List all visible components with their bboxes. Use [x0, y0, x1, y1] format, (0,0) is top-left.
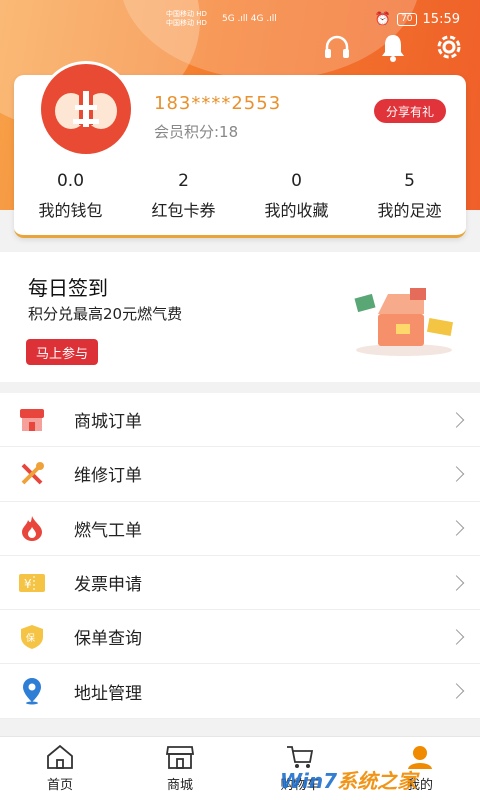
user-phone: 183****2553 — [154, 93, 282, 114]
share-button[interactable]: 分享有礼 — [373, 99, 446, 123]
tab-home[interactable]: 首页 — [0, 737, 120, 800]
home-icon — [47, 744, 73, 769]
stats-row: 0.0 我的钱包 2 红包卡券 0 我的收藏 5 我的足迹 — [14, 171, 466, 221]
stat-coupons[interactable]: 2 红包卡券 — [127, 171, 240, 221]
stat-favorites[interactable]: 0 我的收藏 — [240, 171, 353, 221]
chevron-right-icon — [448, 629, 465, 645]
member-points: 会员积分:18 — [154, 123, 239, 141]
signin-title: 每日签到 — [28, 276, 108, 300]
alarm-icon: ⏰ — [374, 12, 392, 27]
status-time: 15:59 — [422, 12, 460, 27]
stat-wallet[interactable]: 0.0 我的钱包 — [14, 171, 127, 221]
join-button[interactable]: 马上参与 — [26, 339, 99, 365]
carrier-info: 中国移动 HD 中国移动 HD — [166, 10, 207, 27]
signal-indicator: 5G .ıll 4G .ıll — [222, 14, 277, 24]
bell-icon[interactable] — [376, 30, 410, 64]
signin-desc: 积分兑最高20元燃气费 — [28, 305, 183, 323]
chevron-right-icon — [448, 574, 465, 591]
header-actions — [320, 30, 466, 64]
chevron-right-icon — [448, 683, 465, 699]
store-icon — [165, 746, 195, 769]
gear-icon[interactable] — [432, 30, 466, 64]
status-right: ⏰ 70 15:59 — [375, 12, 460, 27]
chevron-right-icon — [448, 520, 465, 537]
tab-mall[interactable]: 商城 — [120, 737, 240, 800]
menu-item-policy[interactable]: 保 保单查询 — [0, 610, 480, 665]
profile-card: 183****2553 会员积分:18 分享有礼 0.0 我的钱包 2 红包卡券… — [14, 61, 466, 238]
shield-icon: 保 — [18, 623, 46, 651]
menu-item-repair-orders[interactable]: 维修订单 — [0, 447, 480, 502]
menu-list: 商城订单 维修订单 燃气工单 ¥ 发票申请 保 保单查询 地址管理 — [0, 393, 480, 719]
invoice-icon: ¥ — [18, 569, 46, 597]
gift-box-icon — [348, 284, 460, 360]
chevron-right-icon — [448, 466, 465, 482]
chevron-right-icon — [448, 411, 465, 428]
menu-item-gas-orders[interactable]: 燃气工单 — [0, 502, 480, 556]
menu-item-invoice[interactable]: ¥ 发票申请 — [0, 556, 480, 611]
watermark-logo: Win7系统之家 — [280, 769, 418, 793]
flame-icon — [18, 514, 46, 542]
tools-icon — [18, 460, 46, 488]
stat-footprints[interactable]: 5 我的足迹 — [353, 171, 466, 221]
avatar[interactable] — [38, 61, 134, 157]
svg-text:保: 保 — [26, 632, 35, 644]
store-icon — [18, 406, 46, 434]
svg-text:¥: ¥ — [24, 577, 32, 591]
menu-item-address[interactable]: 地址管理 — [0, 664, 480, 719]
headset-icon[interactable] — [320, 30, 354, 64]
location-icon — [18, 677, 46, 705]
menu-item-mall-orders[interactable]: 商城订单 — [0, 393, 480, 448]
battery-icon: 70 — [397, 13, 417, 26]
